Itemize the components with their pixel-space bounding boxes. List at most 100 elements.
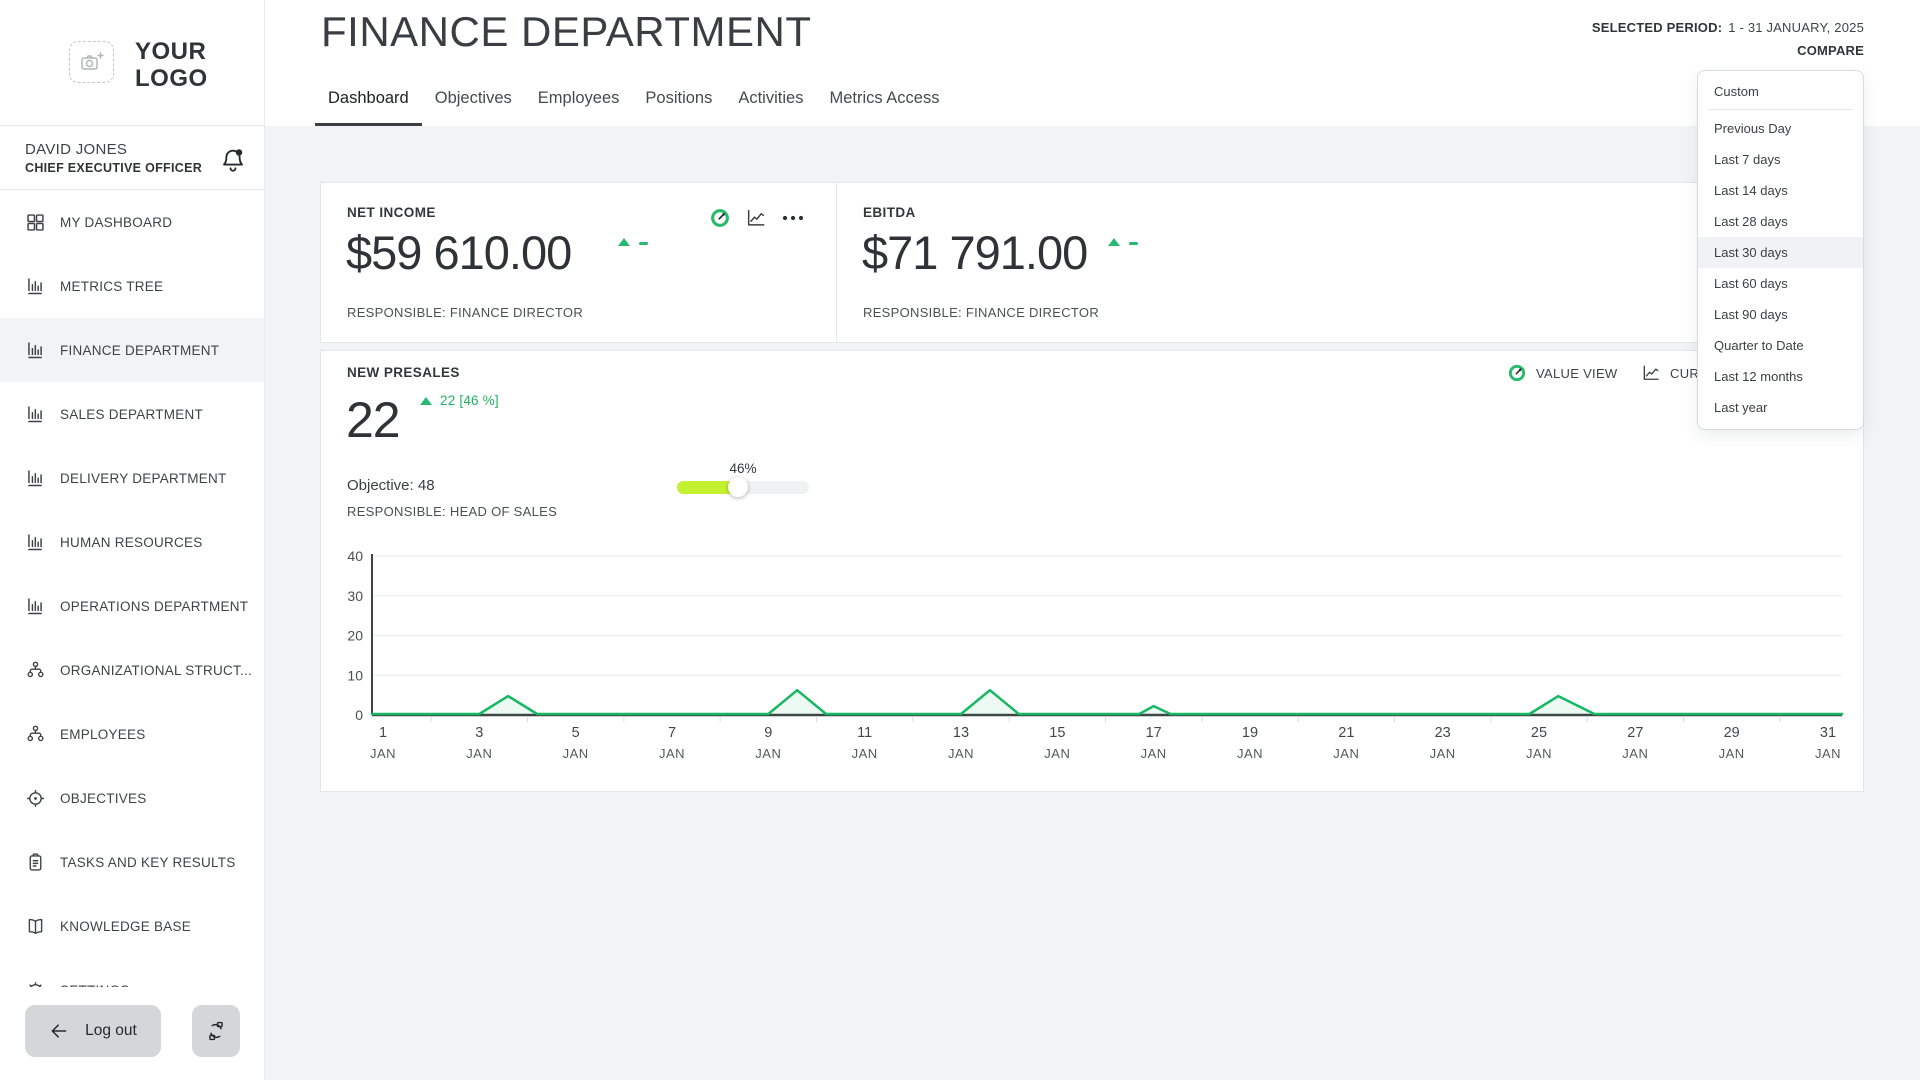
page-title: FINANCE DEPARTMENT (321, 8, 811, 56)
menu-item-previous-day[interactable]: Previous Day (1698, 113, 1863, 144)
sidebar-item-label: TASKS AND KEY RESULTS (60, 855, 236, 870)
gauge-view-icon (1507, 363, 1527, 383)
trend-up-icon (1108, 238, 1120, 246)
svg-text:JAN: JAN (1237, 746, 1263, 761)
sidebar-item-label: OPERATIONS DEPARTMENT (60, 599, 248, 614)
menu-item-last-12-months[interactable]: Last 12 months (1698, 361, 1863, 392)
period-dropdown-menu: Custom Previous Day Last 7 days Last 14 … (1697, 70, 1864, 430)
kpi-responsible: RESPONSIBLE: FINANCE DIRECTOR (347, 305, 583, 320)
progress-knob[interactable] (728, 477, 748, 497)
svg-text:JAN: JAN (1622, 746, 1648, 761)
sidebar-item-organizational-structure[interactable]: ORGANIZATIONAL STRUCT... (0, 638, 264, 702)
compare-button[interactable]: COMPARE (1592, 43, 1864, 58)
sidebar-item-sales-department[interactable]: SALES DEPARTMENT (0, 382, 264, 446)
app-root: YOUR LOGO DAVID JONES CHIEF EXECUTIVE OF… (0, 0, 1920, 1080)
selected-period-value: 1 - 31 JANUARY, 2025 (1728, 20, 1864, 35)
value-view-label: VALUE VIEW (1536, 366, 1618, 381)
logout-label: Log out (85, 1022, 137, 1040)
switch-view-button[interactable] (192, 1005, 240, 1057)
sidebar-item-label: EMPLOYEES (60, 727, 146, 742)
svg-text:10: 10 (347, 667, 363, 683)
svg-text:JAN: JAN (1333, 746, 1359, 761)
more-options-icon[interactable] (781, 207, 803, 229)
svg-text:27: 27 (1627, 725, 1643, 741)
svg-text:7: 7 (668, 725, 676, 741)
gauge-view-icon[interactable] (709, 207, 731, 229)
sidebar-item-operations-department[interactable]: OPERATIONS DEPARTMENT (0, 574, 264, 638)
tab-dashboard[interactable]: Dashboard (315, 88, 422, 126)
book-icon (25, 916, 46, 937)
presales-card: NEW PRESALES 22 [46 %] 22 Objective: 48 … (320, 350, 1864, 792)
sidebar-item-metrics-tree[interactable]: METRICS TREE (0, 254, 264, 318)
sidebar-item-human-resources[interactable]: HUMAN RESOURCES (0, 510, 264, 574)
sidebar-item-label: ORGANIZATIONAL STRUCT... (60, 663, 252, 678)
tab-metrics-access[interactable]: Metrics Access (816, 88, 952, 126)
svg-text:JAN: JAN (1141, 746, 1167, 761)
tab-positions[interactable]: Positions (632, 88, 725, 126)
sidebar-item-finance-department[interactable]: FINANCE DEPARTMENT (0, 318, 264, 382)
svg-text:JAN: JAN (1044, 746, 1070, 761)
menu-item-custom[interactable]: Custom (1698, 75, 1863, 108)
tab-employees[interactable]: Employees (525, 88, 633, 126)
svg-text:30: 30 (347, 588, 363, 604)
menu-item-quarter-to-date[interactable]: Quarter to Date (1698, 330, 1863, 361)
trend-dash-icon (639, 242, 648, 245)
menu-item-last-year[interactable]: Last year (1698, 392, 1863, 423)
user-name: DAVID JONES (25, 141, 127, 158)
menu-item-last-90-days[interactable]: Last 90 days (1698, 299, 1863, 330)
sidebar-nav: MY DASHBOARD METRICS TREE FINANCE DEPART… (0, 190, 264, 987)
kpi-value: $71 791.00 (862, 225, 1087, 280)
svg-text:13: 13 (953, 725, 969, 741)
trend-up-icon (420, 397, 432, 405)
svg-text:3: 3 (475, 725, 483, 741)
line-chart-view-icon (1641, 363, 1661, 383)
menu-item-last-28-days[interactable]: Last 28 days (1698, 206, 1863, 237)
menu-item-last-60-days[interactable]: Last 60 days (1698, 268, 1863, 299)
sidebar-item-tasks-and-key-results[interactable]: TASKS AND KEY RESULTS (0, 830, 264, 894)
sidebar-item-label: DELIVERY DEPARTMENT (60, 471, 227, 486)
svg-text:JAN: JAN (1719, 746, 1745, 761)
svg-text:23: 23 (1435, 725, 1451, 741)
value-view-button[interactable]: VALUE VIEW (1507, 363, 1618, 383)
curve-view-button[interactable]: CUR (1641, 363, 1699, 383)
tab-objectives[interactable]: Objectives (422, 88, 525, 126)
menu-divider (1708, 109, 1853, 110)
curve-view-label: CUR (1670, 366, 1699, 381)
logout-button[interactable]: Log out (25, 1005, 161, 1057)
clipboard-icon (25, 852, 46, 873)
kpi-card-actions (709, 207, 803, 229)
kpi-row: NET INCOME $59 610.00 RESPONSIBLE: FINAN… (320, 182, 1864, 343)
metrics-chart-icon (25, 276, 46, 297)
kpi-delta (618, 238, 648, 246)
sidebar-item-label: MY DASHBOARD (60, 215, 172, 230)
tabs: Dashboard Objectives Employees Positions… (315, 88, 952, 126)
tab-activities[interactable]: Activities (725, 88, 816, 126)
notifications-bell-icon[interactable] (218, 145, 248, 175)
trend-up-icon (618, 238, 630, 246)
menu-item-last-7-days[interactable]: Last 7 days (1698, 144, 1863, 175)
sidebar-item-objectives[interactable]: OBJECTIVES (0, 766, 264, 830)
svg-text:JAN: JAN (563, 746, 589, 761)
sidebar-item-knowledge-base[interactable]: KNOWLEDGE BASE (0, 894, 264, 958)
main-area: FINANCE DEPARTMENT Dashboard Objectives … (265, 0, 1920, 1080)
sidebar-item-employees[interactable]: EMPLOYEES (0, 702, 264, 766)
svg-text:JAN: JAN (1526, 746, 1552, 761)
svg-text:19: 19 (1242, 725, 1258, 741)
logo-upload-placeholder[interactable] (69, 41, 114, 83)
logo-section: YOUR LOGO (0, 0, 264, 126)
sidebar-item-delivery-department[interactable]: DELIVERY DEPARTMENT (0, 446, 264, 510)
presales-delta-text: 22 [46 %] (440, 393, 499, 408)
svg-text:JAN: JAN (755, 746, 781, 761)
sidebar-item-my-dashboard[interactable]: MY DASHBOARD (0, 190, 264, 254)
sidebar-item-settings[interactable]: SETTINGS (0, 958, 264, 987)
selected-period: SELECTED PERIOD:1 - 31 JANUARY, 2025 (1592, 20, 1864, 35)
progress-bar[interactable] (677, 481, 809, 494)
menu-item-last-30-days[interactable]: Last 30 days (1698, 237, 1863, 268)
svg-text:21: 21 (1338, 725, 1354, 741)
svg-text:JAN: JAN (659, 746, 685, 761)
line-chart-view-icon[interactable] (745, 207, 767, 229)
metrics-chart-icon (25, 340, 46, 361)
menu-item-last-14-days[interactable]: Last 14 days (1698, 175, 1863, 206)
sidebar-item-label: SALES DEPARTMENT (60, 407, 203, 422)
svg-text:JAN: JAN (466, 746, 492, 761)
